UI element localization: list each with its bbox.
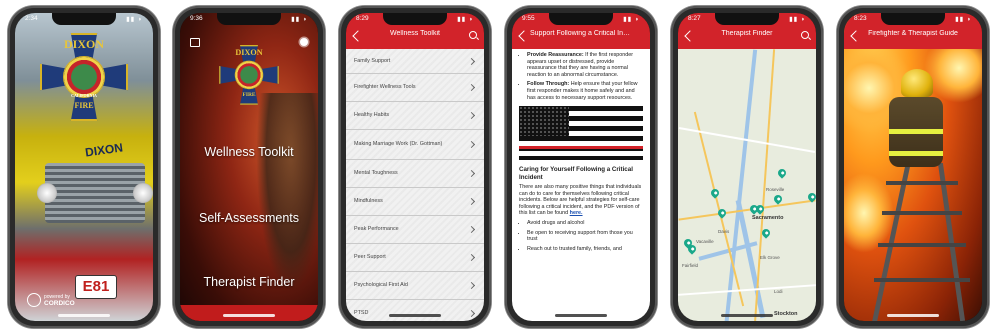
chevron-right-icon — [467, 225, 476, 233]
search-icon[interactable] — [801, 31, 809, 39]
home-screen: 9:36 ▮▮ ◗ DIXON FIRE Wellness Toolkit Sel… — [180, 13, 318, 321]
briefcase-icon[interactable] — [190, 38, 200, 47]
guide-screen: Firefighter & Therapist Guide 8:23 ▮▮ ◗ — [844, 13, 982, 321]
list-item-mental-toughness[interactable]: Mental Toughness — [346, 159, 484, 188]
map-label: Stockton — [774, 311, 798, 317]
city-seal — [63, 56, 105, 98]
firefighter-on-ladder-image — [844, 13, 982, 321]
menu-therapist-finder[interactable]: Therapist Finder — [180, 275, 318, 289]
firefighter-figure — [879, 69, 951, 189]
badge-top-text: DIXON — [63, 37, 104, 51]
map-label: Sacramento — [752, 215, 784, 221]
page-title: Support Following a Critical Incident — [530, 30, 632, 37]
splash-screen: DIXON E81 2:34 ▮▮ ◗ DIXON CALIFORNIA FIRE… — [15, 13, 153, 321]
toolkit-list: Family Support Firefighter Wellness Tool… — [346, 49, 484, 321]
status-bar: 2:34 ▮▮ ◗ — [25, 15, 143, 23]
therapist-map[interactable]: Roseville Sacramento Fairfield Davis Elk… — [678, 49, 816, 321]
page-title: Therapist Finder — [721, 30, 773, 37]
section-paragraph: There are also many positive things that… — [519, 183, 642, 217]
list-item-firefighter-wellness-tools[interactable]: Firefighter Wellness Tools — [346, 73, 484, 102]
chevron-right-icon — [467, 253, 476, 261]
list-item-family-support[interactable]: Family Support — [346, 49, 484, 74]
chevron-right-icon — [467, 140, 476, 148]
menu-wellness-toolkit[interactable]: Wellness Toolkit — [180, 145, 318, 159]
chevron-right-icon — [467, 197, 476, 205]
page-title: Wellness Toolkit — [390, 30, 440, 37]
search-icon[interactable] — [469, 31, 477, 39]
back-icon[interactable] — [352, 30, 364, 42]
map-label: Fairfield — [682, 263, 699, 268]
back-icon[interactable] — [684, 30, 696, 42]
powered-by: powered by CORDICO — [27, 293, 75, 307]
map-label: Elk Grove — [760, 255, 780, 260]
chevron-right-icon — [467, 281, 476, 289]
list-item-ptsd[interactable]: PTSD — [346, 299, 484, 321]
therapist-pin[interactable] — [709, 187, 721, 199]
article-screen: Support Following a Critical Incident 9:… — [512, 13, 650, 321]
bullet-follow-through: Follow Through: Help ensure that your fe… — [527, 81, 643, 101]
chevron-right-icon — [467, 57, 476, 65]
phone-home: 9:36 ▮▮ ◗ DIXON FIRE Wellness Toolkit Sel… — [173, 6, 325, 328]
list-item-making-marriage-work[interactable]: Making Marriage Work (Dr. Gottman) — [346, 129, 484, 160]
wellness-toolkit-screen: Wellness Toolkit 8:29 ▮▮ ◗ Family Support… — [346, 13, 484, 321]
article-body: Provide Reassurance: If the first respon… — [512, 49, 650, 321]
phone-article: Support Following a Critical Incident 9:… — [505, 6, 657, 328]
bottom-bar — [180, 305, 318, 321]
status-bar: 8:27 ▮▮ ◗ — [688, 15, 806, 23]
thin-red-line-flag-image — [519, 106, 643, 161]
status-bar: 8:29 ▮▮ ◗ — [356, 15, 474, 23]
chevron-right-icon — [467, 309, 476, 317]
badge-bottom-text: FIRE — [74, 101, 94, 110]
tip-item: Reach out to trusted family, friends, an… — [527, 246, 643, 253]
chevron-right-icon — [467, 83, 476, 91]
phone-guide: Firefighter & Therapist Guide 8:23 ▮▮ ◗ — [837, 6, 989, 328]
pdf-link[interactable]: here. — [570, 210, 583, 216]
status-bar: 9:36 ▮▮ ◗ — [190, 15, 308, 23]
list-item-peak-performance[interactable]: Peak Performance — [346, 215, 484, 244]
page-title: Firefighter & Therapist Guide — [868, 30, 958, 37]
tip-item: Avoid drugs and alcohol — [527, 220, 643, 227]
truck-text: DIXON — [84, 140, 124, 160]
list-item-peer-support[interactable]: Peer Support — [346, 243, 484, 272]
map-label: Davis — [718, 229, 730, 234]
menu-self-assessments[interactable]: Self-Assessments — [180, 211, 318, 225]
cordico-logo-icon — [27, 293, 41, 307]
gear-icon[interactable] — [300, 38, 308, 46]
tip-item: Be open to receiving support from those … — [527, 230, 643, 243]
phone-therapist-finder: Therapist Finder 8:27 ▮▮ ◗ Roseville Sacr… — [671, 6, 823, 328]
chevron-right-icon — [467, 169, 476, 177]
map-label: Lodi — [774, 289, 783, 294]
section-heading: Caring for Yourself Following a Critical… — [519, 166, 633, 181]
list-item-psychological-first-aid[interactable]: Psychological First Aid — [346, 271, 484, 300]
phone-wellness-toolkit: Wellness Toolkit 8:29 ▮▮ ◗ Family Support… — [339, 6, 491, 328]
truck-plate: E81 — [75, 275, 117, 299]
phone-splash: DIXON E81 2:34 ▮▮ ◗ DIXON CALIFORNIA FIRE… — [8, 6, 160, 328]
map-label: Roseville — [766, 187, 785, 192]
status-bar: 8:23 ▮▮ ◗ — [854, 15, 972, 23]
list-item-mindfulness[interactable]: Mindfulness — [346, 187, 484, 216]
badge-seal-text: CALIFORNIA — [71, 93, 97, 98]
status-bar: 9:55 ▮▮ ◗ — [522, 15, 640, 23]
bullet-provide-reassurance: Provide Reassurance: If the first respon… — [527, 52, 643, 78]
therapist-finder-screen: Therapist Finder 8:27 ▮▮ ◗ Roseville Sacr… — [678, 13, 816, 321]
back-icon[interactable] — [850, 30, 862, 42]
map-label: Vacaville — [696, 239, 714, 244]
back-icon[interactable] — [518, 30, 530, 42]
dixon-fire-badge: DIXON FIRE — [219, 45, 279, 105]
dixon-fire-badge: DIXON CALIFORNIA FIRE — [40, 33, 128, 121]
therapist-pin[interactable] — [776, 167, 788, 179]
list-item-healthy-habits[interactable]: Healthy Habits — [346, 101, 484, 130]
chevron-right-icon — [467, 111, 476, 119]
